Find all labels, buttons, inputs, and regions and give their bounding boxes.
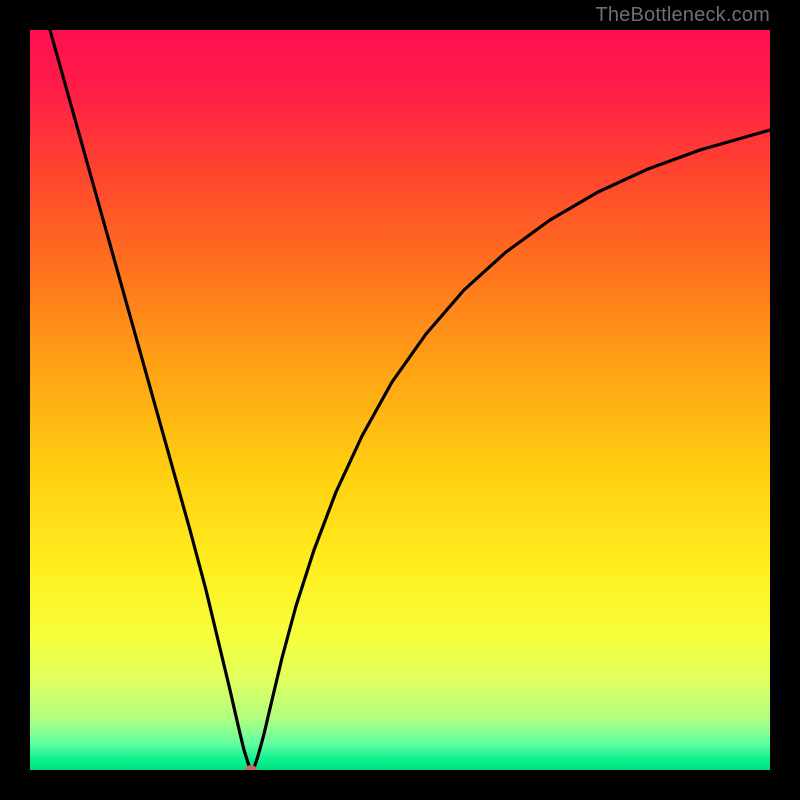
chart-stage: TheBottleneck.com: [0, 0, 800, 800]
plot-area: [30, 30, 770, 770]
bottleneck-curve: [50, 30, 770, 770]
watermark-text: TheBottleneck.com: [595, 4, 770, 27]
curve-layer: [30, 30, 770, 770]
